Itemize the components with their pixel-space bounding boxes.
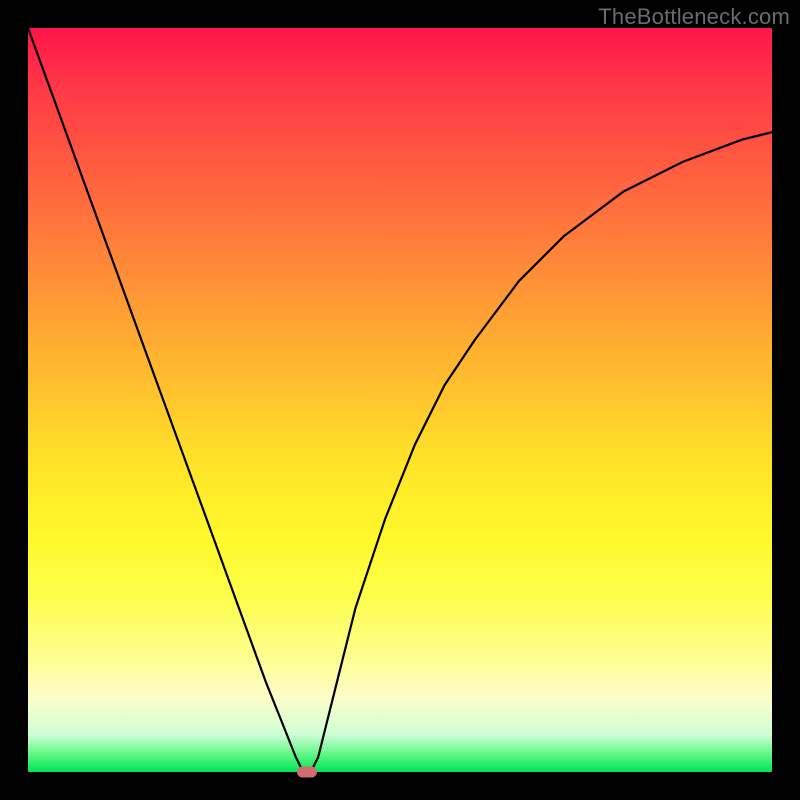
curve-layer	[28, 28, 772, 772]
watermark-text: TheBottleneck.com	[598, 4, 790, 30]
plot-area	[28, 28, 772, 772]
bottleneck-curve	[28, 28, 772, 772]
chart-stage: TheBottleneck.com	[0, 0, 800, 800]
optimum-marker	[297, 767, 317, 778]
